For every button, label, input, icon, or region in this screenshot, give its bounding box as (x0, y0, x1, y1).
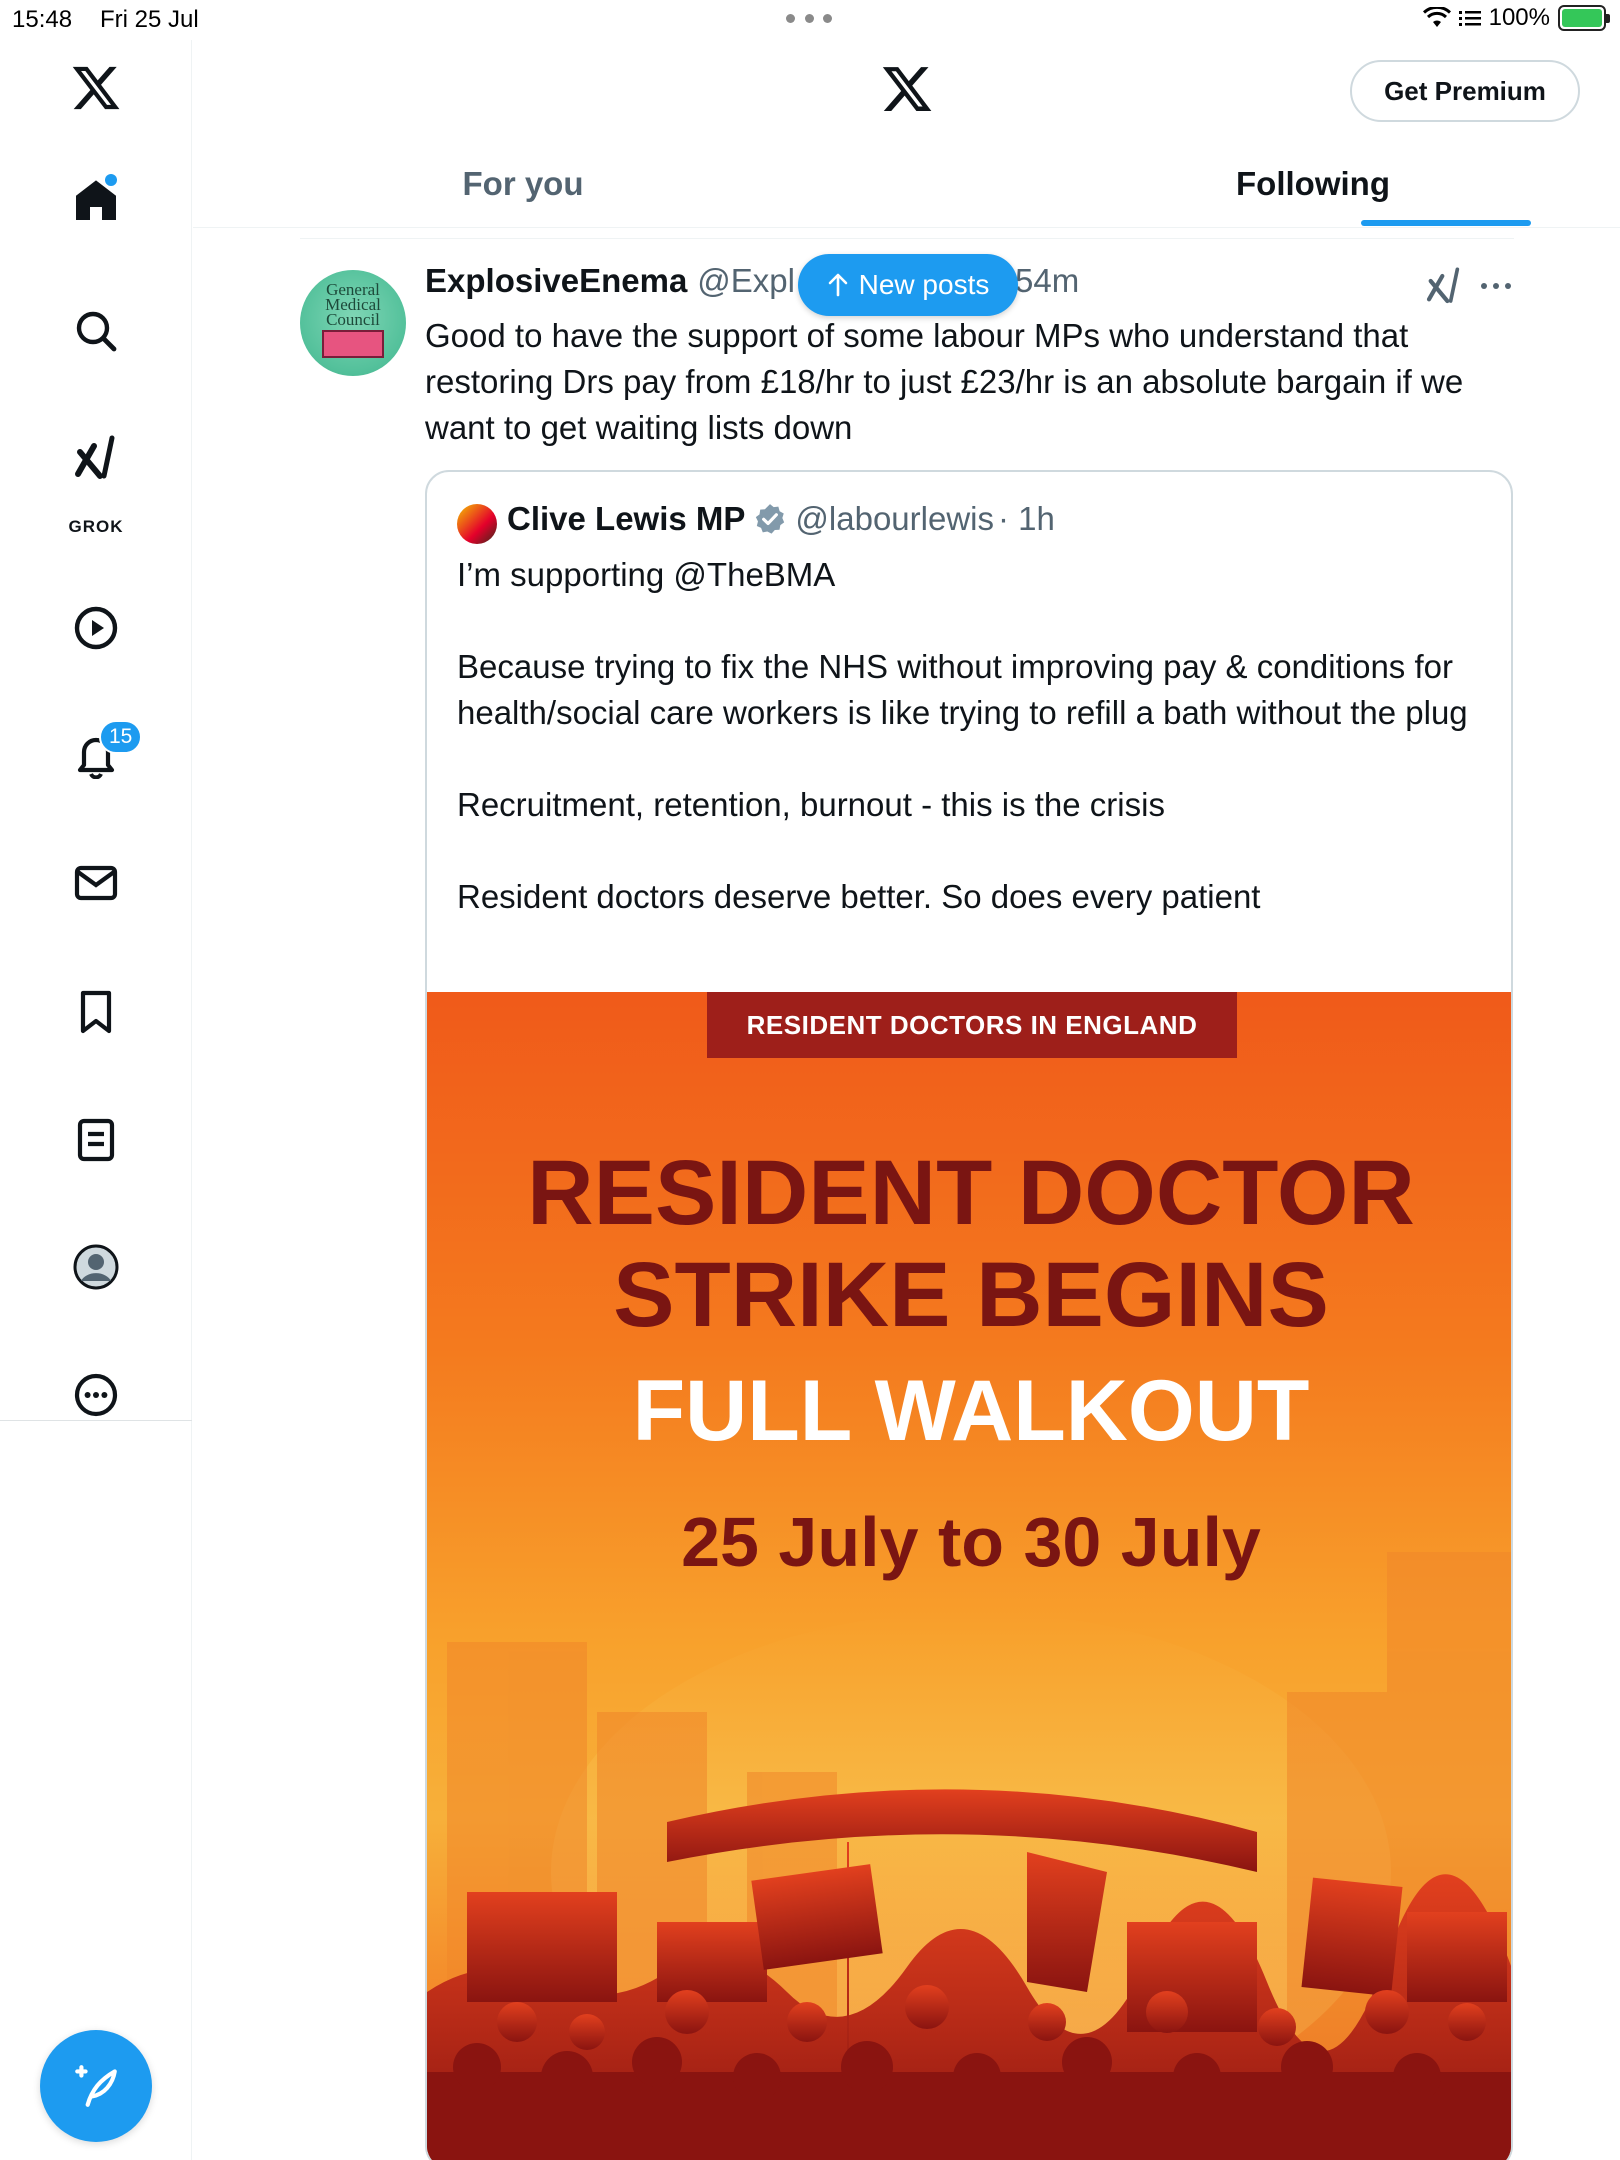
sidebar-item-notifications[interactable]: 15 (61, 720, 143, 790)
poster-title: RESIDENT DOCTOR STRIKE BEGINS (427, 1142, 1511, 1346)
sidebar-item-home[interactable] (61, 166, 131, 236)
poster-banner: RESIDENT DOCTORS IN ENGLAND (707, 992, 1237, 1058)
play-icon (74, 606, 118, 650)
avatar[interactable]: General Medical Council (300, 270, 406, 376)
poster-dates: 25 July to 30 July (681, 1503, 1261, 1581)
sidebar-divider (0, 1420, 192, 1421)
status-time: 15:48 (12, 6, 73, 33)
sidebar-item-grok[interactable] (61, 423, 131, 493)
poster-title-line1: RESIDENT DOCTOR (527, 1142, 1415, 1244)
profile-avatar-icon (73, 1244, 119, 1290)
new-posts-pill[interactable]: New posts (798, 254, 1018, 316)
status-indicators: 100% (1422, 4, 1610, 32)
status-date: Fri 25 Jul (100, 6, 199, 33)
multitasking-dots-icon[interactable] (786, 14, 832, 24)
get-premium-button[interactable]: Get Premium (1350, 60, 1580, 122)
grok-icon (75, 435, 115, 479)
grok-label: GROK (68, 517, 124, 536)
verified-badge-icon (756, 504, 785, 534)
sidebar-item-bookmarks[interactable] (61, 977, 131, 1047)
avatar-stamp (322, 330, 384, 358)
quoted-image[interactable]: RESIDENT DOCTORS IN ENGLAND RESIDENT DOC… (427, 992, 1511, 2160)
quoted-author-handle[interactable]: @labourlewis (795, 500, 994, 538)
list-icon (1458, 11, 1481, 26)
tab-following[interactable]: Following (1163, 140, 1463, 228)
sidebar-item-search[interactable] (61, 296, 131, 366)
quoted-text: I’m supporting @TheBMA Because trying to… (457, 556, 1468, 915)
x-logo-icon[interactable] (880, 62, 934, 116)
sidebar-item-messages[interactable] (61, 848, 131, 918)
poster-subtitle: FULL WALKOUT (632, 1363, 1310, 1459)
notifications-badge: 15 (99, 720, 143, 754)
quoted-timestamp[interactable]: · 1h (998, 500, 1055, 538)
tab-for-you[interactable]: For you (423, 140, 623, 228)
arrow-up-icon (828, 273, 847, 297)
more-circle-icon (74, 1373, 118, 1417)
tweet-header: ExplosiveEnema @Expl (425, 262, 795, 308)
battery-icon (1558, 5, 1610, 31)
sidebar-item-lists[interactable] (61, 1105, 131, 1175)
active-tab-indicator (1361, 220, 1531, 226)
more-options-icon[interactable] (1478, 276, 1514, 296)
poster-title-line2: STRIKE BEGINS (613, 1244, 1329, 1346)
compose-feather-icon (75, 2065, 117, 2107)
quoted-avatar[interactable] (457, 504, 497, 544)
tweet-timestamp[interactable]: 54m (1015, 262, 1079, 300)
sidebar: GROK 15 (0, 40, 192, 2160)
compose-post-button[interactable] (40, 2030, 152, 2142)
wifi-icon (1422, 7, 1451, 27)
feed-divider (300, 238, 1514, 239)
author-name[interactable]: ExplosiveEnema (425, 262, 687, 300)
quoted-author-name[interactable]: Clive Lewis MP (507, 500, 745, 538)
list-document-icon (77, 1118, 115, 1162)
author-handle[interactable]: @Expl (697, 262, 795, 300)
search-icon (76, 311, 117, 352)
new-content-dot (105, 174, 117, 186)
tweet-text: Good to have the support of some labour … (425, 317, 1464, 446)
quoted-header: Clive Lewis MP @labourlewis · 1h (507, 500, 1055, 538)
battery-percent: 100% (1488, 4, 1550, 31)
status-bar: 15:48 Fri 25 Jul 100% (0, 0, 1620, 40)
sidebar-item-video[interactable] (61, 593, 131, 663)
timeline-header: Get Premium For you Following (193, 40, 1620, 228)
x-logo-icon[interactable] (70, 62, 122, 114)
avatar-text: General Medical Council (325, 280, 381, 329)
sidebar-item-profile[interactable] (61, 1232, 131, 1302)
bookmark-icon (80, 990, 112, 1034)
grok-explain-icon[interactable] (1424, 266, 1464, 306)
new-posts-label: New posts (858, 269, 990, 300)
quoted-tweet[interactable]: Clive Lewis MP @labourlewis · 1h I’m sup… (425, 470, 1513, 2160)
envelope-icon (74, 865, 118, 901)
